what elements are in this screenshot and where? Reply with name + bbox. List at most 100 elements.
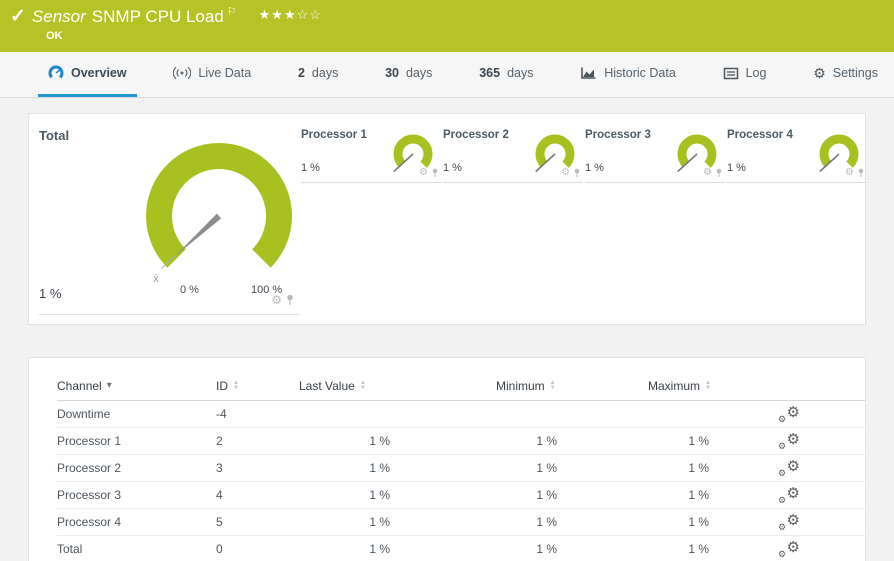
tab-2-days-number: 2 (298, 66, 305, 80)
last-value: 1 % (299, 515, 394, 529)
column-header-id[interactable]: ID ▲▼ (216, 379, 299, 393)
column-header-label: ID (216, 379, 228, 393)
column-header-label: Channel (57, 379, 102, 393)
channel-name: Processor 1 (57, 434, 216, 448)
gauge-cell-processor-4[interactable]: Processor 4 1 % ⚙ (727, 122, 867, 183)
gauge-icon (48, 65, 64, 81)
broadcast-icon (173, 66, 191, 80)
pin-icon[interactable] (431, 168, 439, 178)
column-header-label: Maximum (648, 379, 700, 393)
tab-2-days-unit: days (312, 66, 338, 80)
sort-icon[interactable]: ▲▼ (360, 381, 366, 391)
sort-icon[interactable]: ▲▼ (550, 381, 556, 391)
gauges-panel: Total x̄ 0 % 100 % 1 % ⚙ Processor 1 (28, 113, 866, 325)
gauge-scale-min: 0 % (180, 284, 199, 296)
pin-icon[interactable] (715, 168, 723, 178)
column-header-last-value[interactable]: Last Value ▲▼ (299, 379, 394, 393)
flag-icon[interactable]: ⚐ (227, 6, 237, 18)
priority-stars[interactable]: ★★★☆☆ (259, 5, 322, 25)
sensor-header: ✓ Sensor SNMP CPU Load ⚐ ★★★☆☆ OK (0, 0, 894, 52)
minimum-value: 1 % (496, 488, 561, 502)
channel-name: Processor 3 (57, 488, 216, 502)
mean-marker: x̄ (153, 273, 159, 285)
stars-empty[interactable]: ☆☆ (297, 7, 322, 22)
gauge-cell-total[interactable]: Total x̄ 0 % 100 % 1 % ⚙ (39, 122, 299, 315)
minimum-value: 1 % (496, 542, 561, 556)
maximum-value: 1 % (648, 542, 713, 556)
column-header-label: Minimum (496, 379, 545, 393)
sort-icon[interactable]: ▲▼ (705, 381, 711, 391)
last-value: 1 % (299, 434, 394, 448)
tab-2-days[interactable]: 2 days (288, 52, 348, 97)
sort-desc-icon[interactable]: ▾ (107, 381, 112, 391)
channel-name: Processor 2 (57, 461, 216, 475)
channel-name: Total (57, 542, 216, 556)
channel-settings-icon[interactable]: ⚙⚙ (778, 433, 800, 450)
channel-id: 5 (216, 515, 299, 529)
tab-365-days[interactable]: 365 days (469, 52, 543, 97)
pin-icon[interactable] (573, 168, 581, 178)
gauge-title: Total (39, 128, 69, 143)
tab-overview[interactable]: Overview (38, 52, 137, 97)
tab-settings-label: Settings (833, 66, 878, 80)
last-value: 1 % (299, 542, 394, 556)
gauge-gear-icon[interactable]: ⚙ (419, 168, 428, 178)
gauge-gear-icon[interactable]: ⚙ (845, 168, 854, 178)
channel-settings-icon[interactable]: ⚙⚙ (778, 487, 800, 504)
channel-settings-icon[interactable]: ⚙⚙ (778, 514, 800, 531)
channel-settings-icon[interactable]: ⚙⚙ (778, 406, 800, 423)
minimum-value: 1 % (496, 461, 561, 475)
channel-settings-icon[interactable]: ⚙⚙ (778, 541, 800, 558)
maximum-value: 1 % (648, 515, 713, 529)
stars-filled[interactable]: ★★★ (259, 7, 297, 22)
page-title: SNMP CPU Load (92, 5, 224, 29)
sort-icon[interactable]: ▲▼ (233, 381, 239, 391)
table-row-processor-2[interactable]: Processor 2 3 1 % 1 % 1 % ⚙⚙ (57, 455, 865, 482)
table-header-row: Channel ▾ ID ▲▼ Last Value ▲▼ Minimum ▲▼… (57, 372, 865, 401)
maximum-value: 1 % (648, 488, 713, 502)
tab-log-label: Log (746, 66, 767, 80)
gear-icon: ⚙ (813, 66, 826, 80)
tab-30-days[interactable]: 30 days (375, 52, 442, 97)
tab-live-data[interactable]: Live Data (163, 52, 261, 97)
status-badge: OK (46, 30, 63, 42)
tab-settings[interactable]: ⚙ Settings (803, 52, 888, 97)
gauge-cell-processor-3[interactable]: Processor 3 1 % ⚙ (585, 122, 725, 183)
table-row-total[interactable]: Total 0 1 % 1 % 1 % ⚙⚙ (57, 536, 865, 561)
total-gauge: x̄ (139, 136, 299, 296)
table-row-processor-3[interactable]: Processor 3 4 1 % 1 % 1 % ⚙⚙ (57, 482, 865, 509)
channel-settings-icon[interactable]: ⚙⚙ (778, 460, 800, 477)
last-value: 1 % (299, 461, 394, 475)
gauge-value: 1 % (727, 162, 746, 174)
gauge-gear-icon[interactable]: ⚙ (561, 168, 570, 178)
maximum-value: 1 % (648, 461, 713, 475)
tab-365-days-unit: days (507, 66, 533, 80)
status-check-icon: ✓ (10, 5, 26, 29)
column-header-minimum[interactable]: Minimum ▲▼ (496, 379, 561, 393)
tab-365-days-number: 365 (479, 66, 500, 80)
area-chart-icon (580, 66, 597, 80)
channel-name: Processor 4 (57, 515, 216, 529)
gauge-value: 1 % (585, 162, 604, 174)
sensor-kind-label: Sensor (32, 5, 86, 29)
gauge-cell-processor-2[interactable]: Processor 2 1 % ⚙ (443, 122, 583, 183)
table-row-processor-4[interactable]: Processor 4 5 1 % 1 % 1 % ⚙⚙ (57, 509, 865, 536)
gauge-gear-icon[interactable]: ⚙ (271, 294, 282, 306)
column-header-channel[interactable]: Channel ▾ (57, 379, 216, 393)
pin-icon[interactable] (285, 294, 295, 306)
tab-overview-label: Overview (71, 66, 127, 80)
tab-historic-data[interactable]: Historic Data (570, 52, 686, 97)
gauge-value: 1 % (301, 162, 320, 174)
tab-30-days-number: 30 (385, 66, 399, 80)
pin-icon[interactable] (857, 168, 865, 178)
tab-30-days-unit: days (406, 66, 432, 80)
table-row-downtime[interactable]: Downtime -4 ⚙⚙ (57, 401, 865, 428)
tab-log[interactable]: Log (713, 52, 777, 97)
tab-live-data-label: Live Data (198, 66, 251, 80)
minimum-value: 1 % (496, 434, 561, 448)
channel-id: -4 (216, 407, 299, 421)
column-header-maximum[interactable]: Maximum ▲▼ (648, 379, 713, 393)
table-row-processor-1[interactable]: Processor 1 2 1 % 1 % 1 % ⚙⚙ (57, 428, 865, 455)
gauge-gear-icon[interactable]: ⚙ (703, 168, 712, 178)
gauge-cell-processor-1[interactable]: Processor 1 1 % ⚙ (301, 122, 441, 183)
